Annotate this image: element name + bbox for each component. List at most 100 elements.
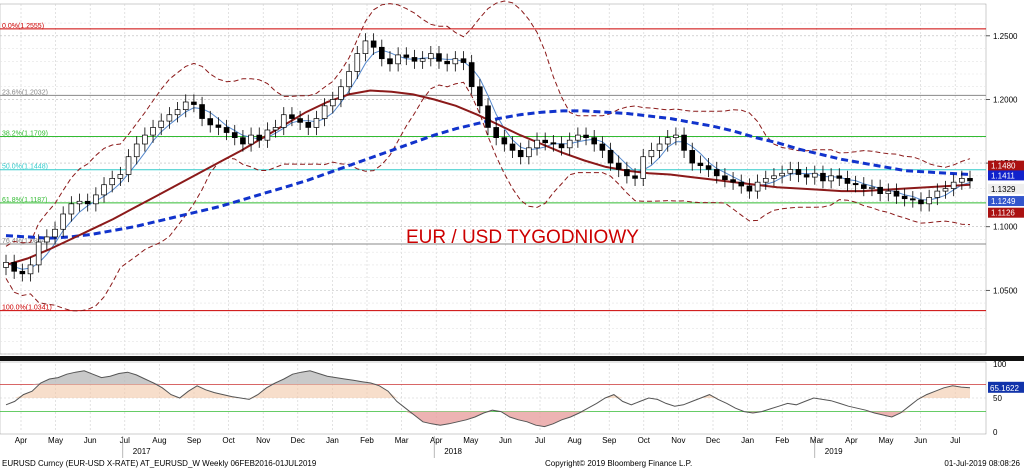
candle-body [297,118,303,123]
y-tick-label: 1.0500 [993,286,1018,295]
candle-body [893,190,900,197]
candle-body [272,127,279,131]
candle-body [158,120,165,128]
year-label: 2018 [444,447,462,456]
candle-body [820,172,826,182]
candle-body [452,58,459,65]
candle-body [811,172,818,178]
fib-label: 23.6%(1.2032) [2,89,48,96]
candle-body [607,150,614,164]
eurusd-chart: 0.0%(1.2555) 23.6%(1.2032) 38.2%(1.1709) 50… [0,0,1024,470]
month-label: Jul [535,436,545,445]
panel-separator [0,356,1024,361]
candle-body [468,62,475,88]
y-tick-label: 1.2000 [993,95,1018,104]
chart-canvas: 0.0%(1.2555) 23.6%(1.2032) 38.2%(1.1709) 50… [0,0,1024,468]
candle-body [44,236,50,243]
footer-copyright: Copyright© 2019 Bloomberg Finance L.P. [545,459,692,468]
month-label: Mar [395,436,409,445]
month-label: Jun [84,436,97,445]
time-axis: Apr May Jun Jul Aug Sep Oct Nov Dec Jan Feb Mar Apr M… [15,436,961,458]
month-label: Apr [15,436,28,445]
candle-body [697,162,704,166]
candle-body [101,184,107,196]
candle-body [787,169,794,174]
candle-body [869,186,875,189]
candle-body [109,178,116,186]
candle-body [387,58,393,65]
candle-body [558,143,565,149]
month-label: Nov [256,436,270,445]
candle-body [664,137,671,145]
candle-body [681,134,687,151]
fib-label: 38.2%(1.1709) [2,130,48,137]
candle-body [967,178,973,182]
rsi-tick-label: 100 [993,360,1007,369]
month-label: Mar [810,436,824,445]
candle-body [150,127,156,136]
footer-source: EURUSD Curncy (EUR-USD X-RATE) AT_EURUSD… [2,459,317,468]
candle-body [926,197,932,205]
candle-body [378,46,385,60]
candle-body [477,86,483,107]
candle-body [762,178,769,183]
candle-body [615,162,622,170]
month-label: Feb [775,436,789,445]
month-label: Dec [291,436,305,445]
candle-body [76,200,83,205]
candle-body [248,134,254,145]
candle-body [280,114,287,128]
candle-body [84,200,91,205]
rsi-value-label: 65.1622 [990,384,1019,393]
candle-body [550,142,557,145]
candle-body [207,118,214,126]
candle-body [689,150,696,164]
candle-body [174,109,181,116]
candle-body [942,188,949,192]
candle-body [648,150,655,158]
candle-body [52,228,58,238]
y-tick-label: 1.2500 [993,32,1018,41]
month-label: Feb [360,436,374,445]
footer-timestamp: 01-Jul-2019 08:08:26 [944,459,1020,468]
month-label: May [463,436,478,445]
candle-body [673,134,679,138]
month-label: Jun [914,436,927,445]
candle-body [542,139,548,144]
candle-body [583,134,589,138]
month-label: May [48,436,63,445]
price-tag-label: 1.1329 [991,185,1016,194]
candle-body [182,101,189,110]
candle-body [93,194,99,205]
candle-body [509,143,516,151]
month-label: Jan [741,436,754,445]
candle-body [191,101,197,105]
candle-body [803,174,810,178]
candle-body [534,139,540,149]
fib-label: 100.0%(1.0341) [2,305,52,312]
month-label: Oct [638,436,651,445]
candle-body [910,198,916,201]
candle-body [19,270,26,275]
candle-body [860,184,867,189]
month-label: Sep [187,436,202,445]
candle-body [3,262,9,268]
candle-body [395,54,401,65]
month-label: Dec [706,436,720,445]
candle-body [599,143,606,151]
month-label: Aug [152,436,166,445]
month-label: Jan [326,436,339,445]
year-label: 2017 [133,447,151,456]
month-label: May [878,436,893,445]
candle-body [264,129,271,141]
candle-body [289,114,295,119]
candle-body [199,104,205,119]
candle-body [591,137,598,145]
fib-label: 50.0%(1.1448) [2,164,48,171]
candle-body [918,199,924,205]
rsi-oversold-fill [6,411,970,427]
candle-body [411,57,418,62]
chart-title: EUR / USD TYGODNIOWY [406,227,639,248]
candle-body [354,53,361,72]
rsi-line [5,370,971,428]
